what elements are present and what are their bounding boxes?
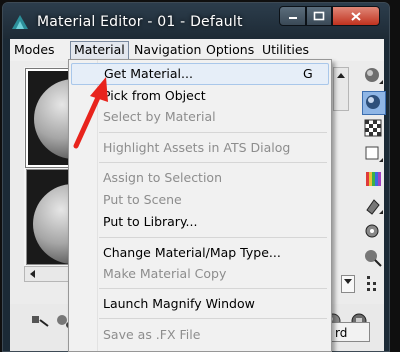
- close-button[interactable]: [332, 6, 380, 26]
- menu-item-label: Make Material Copy: [103, 266, 227, 281]
- menu-utilities[interactable]: Utilities: [259, 41, 312, 58]
- maximize-button[interactable]: [306, 6, 332, 26]
- menu-separator: [99, 162, 327, 163]
- menu-modes[interactable]: Modes: [11, 41, 58, 58]
- menu-item-label: Put to Scene: [103, 192, 182, 207]
- menu-item-change-material-type[interactable]: Change Material/Map Type...: [69, 242, 331, 264]
- options-icon[interactable]: [362, 221, 384, 243]
- menu-item-highlight-assets: Highlight Assets in ATS Dialog: [69, 137, 331, 159]
- chevron-down-icon: [344, 279, 352, 284]
- menu-separator: [99, 318, 327, 319]
- menu-item-select-by-material: Select by Material: [69, 106, 331, 128]
- menu-item-launch-magnify-window[interactable]: Launch Magnify Window: [69, 293, 331, 315]
- maximize-icon: [313, 11, 325, 21]
- menu-separator: [99, 288, 327, 289]
- window-title: Material Editor - 01 - Default: [37, 14, 243, 30]
- dropdown-arrow-button[interactable]: [341, 275, 355, 293]
- menu-item-label: Highlight Assets in ATS Dialog: [103, 140, 291, 155]
- menu-material[interactable]: Material: [70, 41, 129, 60]
- 3dsmax-icon: [12, 15, 28, 29]
- menu-separator: [99, 237, 327, 238]
- menu-item-label: Launch Magnify Window: [103, 296, 255, 311]
- select-by-material-icon[interactable]: [362, 247, 384, 269]
- menu-item-assign-to-selection: Assign to Selection: [69, 167, 331, 189]
- menu-item-put-to-scene: Put to Scene: [69, 189, 331, 211]
- material-name-button[interactable]: rd: [326, 322, 370, 342]
- menu-item-save-as-fx: Save as .FX File: [69, 324, 331, 346]
- sample-type-icon[interactable]: [362, 65, 384, 87]
- menu-item-label: Put to Library...: [103, 214, 198, 229]
- menu-item-make-material-copy: Make Material Copy: [69, 263, 331, 285]
- vertical-scrollbar[interactable]: [333, 67, 349, 111]
- close-icon: [351, 11, 361, 21]
- menu-item-label: Assign to Selection: [103, 170, 223, 185]
- scroll-left-icon: [30, 270, 35, 278]
- menu-item-pick-from-object[interactable]: Pick from Object: [69, 85, 331, 107]
- scroll-up-icon: [337, 73, 345, 78]
- menu-item-shortcut: G: [303, 66, 313, 81]
- menu-item-label: Pick from Object: [103, 88, 206, 103]
- get-material-icon[interactable]: [30, 312, 52, 332]
- menu-bar: Modes Material Navigation Options Utilit…: [10, 39, 384, 61]
- menu-item-label: Change Material/Map Type...: [103, 245, 281, 260]
- material-dropdown-menu: Get Material... G Pick from Object Selec…: [68, 59, 332, 352]
- menu-item-label: Save as .FX File: [103, 327, 201, 342]
- video-color-check-icon[interactable]: [362, 169, 384, 191]
- menu-item-put-to-library[interactable]: Put to Library...: [69, 211, 331, 233]
- menu-separator: [99, 132, 327, 133]
- menu-item-label: Get Material...: [104, 66, 193, 81]
- title-bar[interactable]: Material Editor - 01 - Default: [3, 3, 389, 39]
- menu-item-label: Select by Material: [103, 109, 216, 124]
- minimize-icon: [288, 17, 297, 19]
- backlight-icon[interactable]: [362, 91, 386, 115]
- make-preview-icon[interactable]: [362, 195, 384, 217]
- background-checker-icon[interactable]: [362, 117, 384, 139]
- menu-navigation[interactable]: Navigation: [131, 41, 204, 58]
- sample-uv-tiling-icon[interactable]: [362, 143, 384, 165]
- material-map-navigator-icon[interactable]: [362, 273, 384, 295]
- menu-options[interactable]: Options: [203, 41, 257, 58]
- menu-item-get-material[interactable]: Get Material... G: [71, 63, 329, 85]
- minimize-button[interactable]: [279, 6, 306, 26]
